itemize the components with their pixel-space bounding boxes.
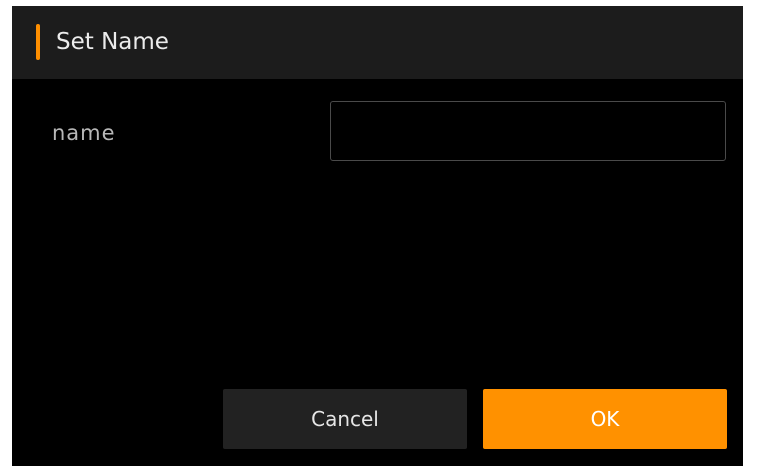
name-input[interactable] bbox=[330, 101, 726, 161]
dialog-title: Set Name bbox=[56, 29, 169, 55]
name-field-label: name bbox=[52, 121, 116, 145]
title-accent-bar bbox=[36, 24, 40, 60]
set-name-dialog: Set Name name Cancel OK bbox=[12, 6, 743, 466]
dialog-title-bar: Set Name bbox=[12, 6, 743, 79]
ok-button[interactable]: OK bbox=[483, 389, 727, 449]
cancel-button[interactable]: Cancel bbox=[223, 389, 467, 449]
